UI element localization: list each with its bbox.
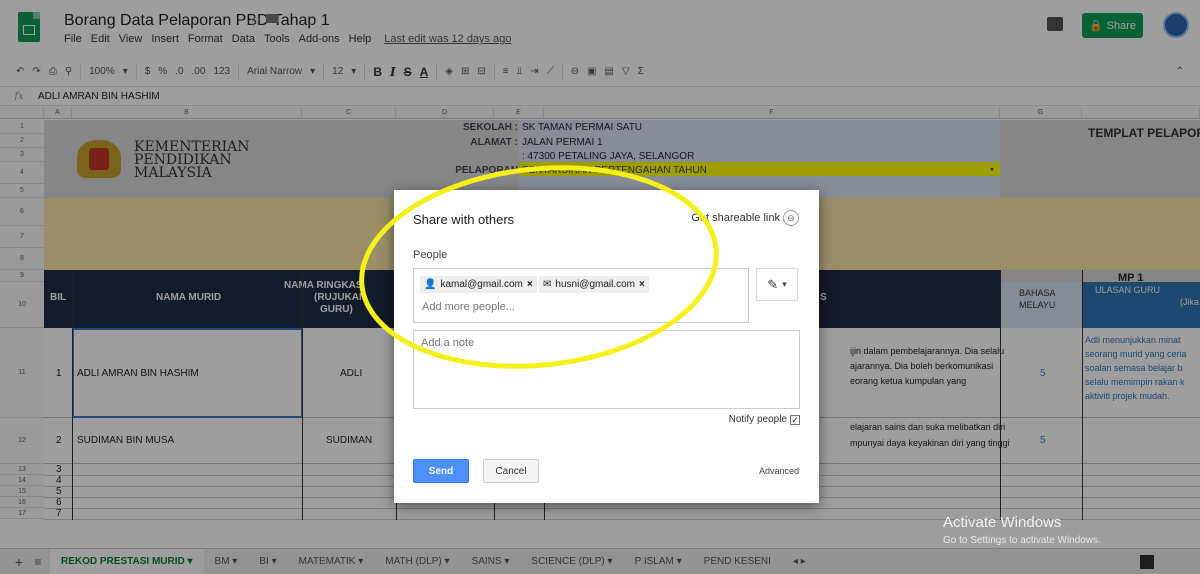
spreadsheet-app: Borang Data Pelaporan PBD Tahap 1 ☆ File… xyxy=(0,0,1200,574)
checkbox-icon[interactable]: ✓ xyxy=(790,414,800,425)
send-button[interactable]: Send xyxy=(413,459,469,483)
cancel-button[interactable]: Cancel xyxy=(483,459,539,483)
permission-dropdown[interactable]: ✎ ▾ xyxy=(756,268,798,301)
pencil-icon: ✎ xyxy=(767,276,779,292)
advanced-link[interactable]: Advanced xyxy=(759,466,799,476)
link-icon: ⊖ xyxy=(783,210,799,226)
windows-watermark: Activate Windows xyxy=(943,514,1062,531)
windows-watermark-sub: Go to Settings to activate Windows. xyxy=(943,535,1101,546)
notify-label: Notify people xyxy=(728,414,787,425)
chevron-down-icon: ▾ xyxy=(782,279,787,289)
notify-people-toggle[interactable]: Notify people ✓ xyxy=(729,414,800,425)
highlight-ellipse xyxy=(359,165,719,369)
